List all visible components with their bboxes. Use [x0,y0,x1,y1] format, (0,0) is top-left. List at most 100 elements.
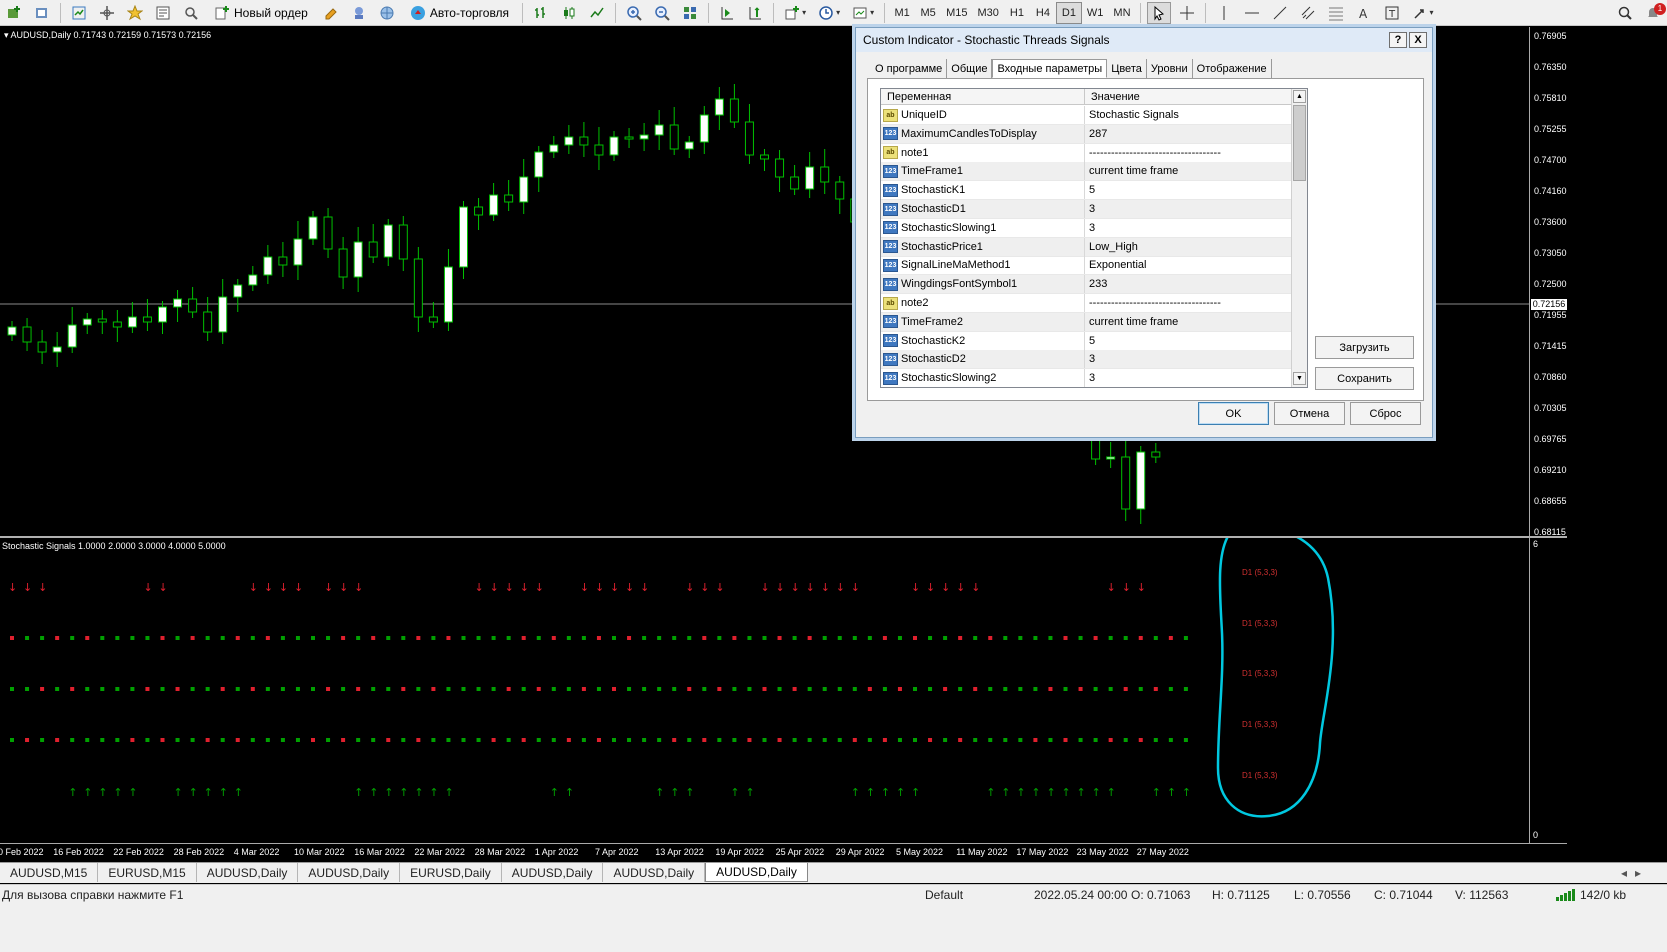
param-row[interactable]: 123 MaximumCandlesToDisplay 287 [881,124,1292,144]
param-value[interactable]: current time frame [1085,162,1292,180]
cancel-button[interactable]: Отмена [1274,402,1345,425]
market-icon[interactable] [375,2,399,24]
navigator-icon[interactable] [123,2,147,24]
periods-icon[interactable]: ▾ [814,2,844,24]
param-row[interactable]: 123 StochasticK1 5 [881,181,1292,201]
chart-shift-icon[interactable] [743,2,767,24]
param-row[interactable]: 123 SignalLineMaMethod1 Exponential [881,256,1292,276]
load-button[interactable]: Загрузить [1315,336,1414,359]
chart-tab[interactable]: AUDUSD,Daily [197,863,299,882]
tab-inputs[interactable]: Входные параметры [992,59,1108,78]
param-value[interactable]: Low_High [1085,238,1292,256]
chart-tab[interactable]: EURUSD,Daily [400,863,502,882]
crosshair-icon[interactable] [1175,2,1199,24]
cursor-icon[interactable] [1146,1,1171,24]
reset-button[interactable]: Сброс [1350,402,1421,425]
timeframe-mn-button[interactable]: MN [1108,2,1135,24]
tab-colors[interactable]: Цвета [1107,59,1147,78]
new-chart-icon[interactable] [2,2,26,24]
metaeditor-icon[interactable] [319,2,343,24]
equidistant-channel-icon[interactable] [1296,2,1320,24]
param-value[interactable]: 5 [1085,181,1292,199]
price-axis[interactable]: 0.76905 0.76350 0.75810 0.75255 0.74700 0.741… [1529,27,1567,537]
timeframe-m1-button[interactable]: M1 [889,2,915,24]
tab-levels[interactable]: Уровни [1147,59,1193,78]
chart-tab[interactable]: AUDUSD,Daily [298,863,401,882]
timeframe-m5-button[interactable]: M5 [915,2,941,24]
timeframe-m15-button[interactable]: M15 [941,2,972,24]
timeframe-h1-button[interactable]: H1 [1004,2,1030,24]
param-row[interactable]: 123 StochasticK2 5 [881,331,1292,351]
column-value[interactable]: Значение [1085,89,1292,105]
zoom-in-icon[interactable] [622,2,646,24]
param-value[interactable]: 287 [1085,125,1292,143]
horizontal-line-icon[interactable] [1240,2,1264,24]
chart-tab[interactable]: AUDUSD,M15 [0,863,99,882]
arrows-icon[interactable]: ▾ [1408,2,1438,24]
autoscroll-icon[interactable] [715,2,739,24]
param-value[interactable]: 3 [1085,350,1292,368]
scroll-thumb[interactable] [1293,105,1306,181]
text-icon[interactable]: A [1352,2,1376,24]
param-row[interactable]: 123 StochasticD2 3 [881,350,1292,370]
param-row[interactable]: 123 StochasticPrice1 Low_High [881,237,1292,257]
search-icon[interactable] [1613,2,1637,24]
param-value[interactable]: current time frame [1085,313,1292,331]
timeframe-h4-button[interactable]: H4 [1030,2,1056,24]
templates-icon[interactable]: ▾ [848,2,878,24]
tab-about[interactable]: О программе [871,59,948,78]
grid-scrollbar[interactable]: ▲ ▼ [1291,89,1307,387]
chart-tab-active[interactable]: AUDUSD,Daily [705,863,808,882]
indicator-window[interactable]: ↓ ↓ ↓ ↓ ↓ ↓ ↓ ↓ ↓ ↓ ↓ ↓ ↓ ↓ ↓ ↓ ↓ ↓ ↓ ↓ ↓ ↓ ↓ ↓ ↓ ↓ ↓ ↓ ↓ ↓ ↓ ↓ ↓ ↓ ↓ ↓ ↓ ↓ ↓ ↓… [0,538,1529,843]
indicators-icon[interactable]: ▾ [780,2,810,24]
timeframe-d1-button[interactable]: D1 [1055,1,1082,24]
param-row[interactable]: 123 WingdingsFontSymbol1 233 [881,275,1292,295]
column-variable[interactable]: Переменная [881,89,1085,105]
text-label-icon[interactable]: T [1380,2,1404,24]
new-order-button[interactable]: Новый ордер [207,2,315,24]
bar-chart-icon[interactable] [529,2,553,24]
strategy-tester-icon[interactable] [179,2,203,24]
tab-common[interactable]: Общие [947,59,993,78]
timeframe-m30-button[interactable]: M30 [973,2,1004,24]
param-value[interactable]: ------------------------------------ [1085,294,1292,312]
data-window-icon[interactable] [95,2,119,24]
param-row[interactable]: 123 TimeFrame2 current time frame [881,312,1292,332]
terminal-icon[interactable] [151,2,175,24]
tile-windows-icon[interactable] [678,2,702,24]
param-value[interactable]: Exponential [1085,256,1292,274]
timeframe-w1-button[interactable]: W1 [1082,2,1109,24]
ok-button[interactable]: OK [1198,402,1269,425]
param-value[interactable]: 3 [1085,219,1292,237]
param-value[interactable]: 233 [1085,275,1292,293]
param-row[interactable]: ab note2 ---------------------------------… [881,294,1292,313]
tab-visualization[interactable]: Отображение [1193,59,1272,78]
market-watch-icon[interactable] [67,2,91,24]
trendline-icon[interactable] [1268,2,1292,24]
close-button[interactable]: X [1409,32,1427,48]
dialog-title-bar[interactable]: Custom Indicator - Stochastic Threads Si… [856,28,1432,52]
chart-tab[interactable]: AUDUSD,Daily [502,863,604,882]
candlestick-icon[interactable] [557,2,581,24]
vertical-line-icon[interactable] [1212,2,1236,24]
signals-icon[interactable] [347,2,371,24]
param-value[interactable]: 5 [1085,332,1292,350]
param-row[interactable]: 123 TimeFrame1 current time frame [881,162,1292,182]
save-button[interactable]: Сохранить [1315,367,1414,390]
param-row[interactable]: 123 StochasticSlowing2 3 [881,369,1292,387]
notifications-icon[interactable]: 1 [1641,2,1666,24]
param-value[interactable]: Stochastic Signals [1085,106,1292,124]
param-row[interactable]: ab note1 ---------------------------------… [881,143,1292,163]
scroll-down-icon[interactable]: ▼ [1293,372,1306,385]
chart-tab[interactable]: AUDUSD,Daily [603,863,706,882]
zoom-out-icon[interactable] [650,2,674,24]
line-chart-icon[interactable] [585,2,609,24]
param-value[interactable]: 3 [1085,200,1292,218]
param-value[interactable]: ------------------------------------ [1085,144,1292,162]
auto-trading-button[interactable]: Авто-торговля [403,2,516,24]
scroll-up-icon[interactable]: ▲ [1293,90,1306,103]
fibonacci-icon[interactable] [1324,2,1348,24]
param-row[interactable]: 123 StochasticD1 3 [881,200,1292,219]
profiles-icon[interactable] [30,2,54,24]
help-button[interactable]: ? [1389,32,1407,48]
